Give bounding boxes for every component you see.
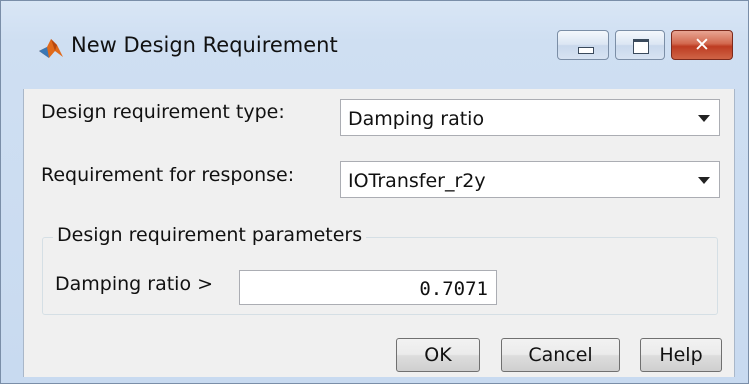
requirement-type-value: Damping ratio <box>348 108 485 130</box>
cancel-button[interactable]: Cancel <box>501 338 620 372</box>
title-bar[interactable]: New Design Requirement ✕ <box>1 1 748 89</box>
close-button[interactable]: ✕ <box>671 30 733 60</box>
chevron-down-icon <box>698 177 710 184</box>
response-dropdown[interactable]: IOTransfer_r2y <box>340 161 720 198</box>
response-value: IOTransfer_r2y <box>348 170 486 192</box>
parameters-group-title: Design requirement parameters <box>53 224 367 246</box>
requirement-type-label: Design requirement type: <box>41 101 285 123</box>
dialog-content: Design requirement type: Damping ratio R… <box>23 89 735 377</box>
ok-button[interactable]: OK <box>396 338 480 372</box>
damping-ratio-value: 0.7071 <box>419 278 488 300</box>
damping-ratio-label: Damping ratio > <box>55 273 214 295</box>
matlab-logo-icon <box>39 39 63 58</box>
window-title: New Design Requirement <box>71 33 338 57</box>
parameters-groupbox: Design requirement parameters Damping ra… <box>42 224 718 315</box>
damping-ratio-field[interactable]: 0.7071 <box>239 270 497 305</box>
close-icon: ✕ <box>694 34 710 56</box>
maximize-button[interactable] <box>615 30 665 60</box>
minimize-icon <box>578 47 594 54</box>
requirement-type-dropdown[interactable]: Damping ratio <box>340 99 720 136</box>
minimize-button[interactable] <box>557 30 609 60</box>
dialog-window: New Design Requirement ✕ Design requirem… <box>0 0 749 384</box>
chevron-down-icon <box>698 115 710 122</box>
maximize-icon <box>633 39 649 54</box>
response-label: Requirement for response: <box>41 164 295 186</box>
help-button[interactable]: Help <box>640 338 722 372</box>
